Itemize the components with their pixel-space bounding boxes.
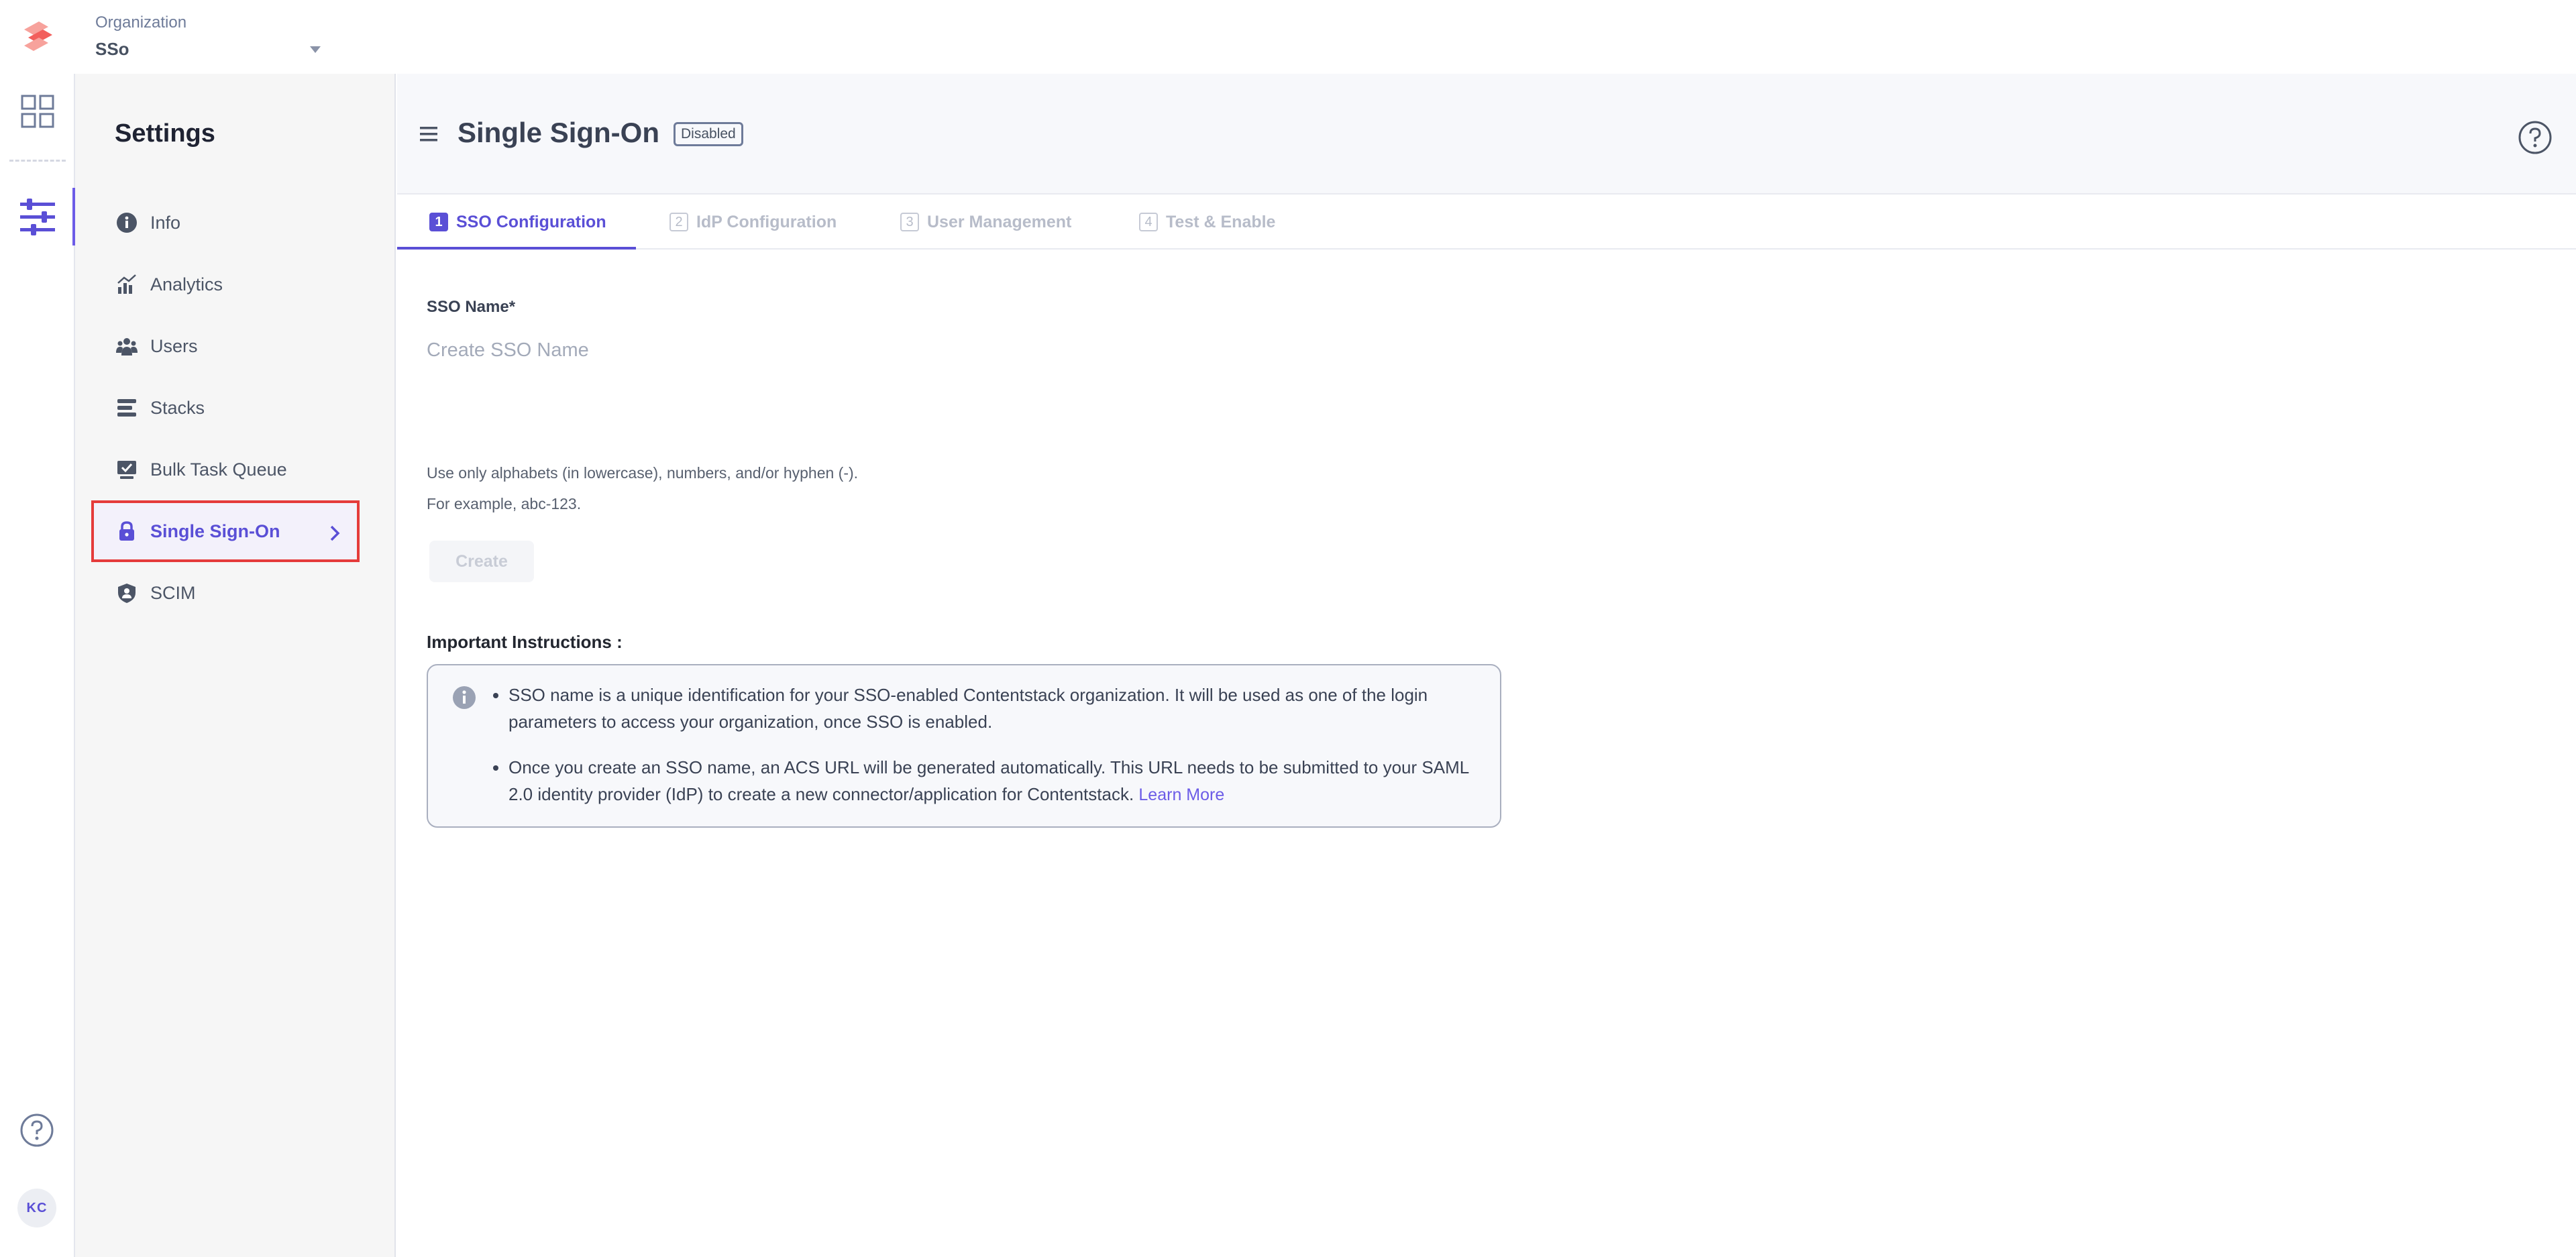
- apps-grid-icon[interactable]: [20, 94, 55, 129]
- sidebar-item-bulk-task-queue[interactable]: Bulk Task Queue: [91, 439, 360, 500]
- rail-divider: [9, 160, 66, 162]
- sidebar-item-label: Analytics: [150, 274, 223, 294]
- tab-step-number: 2: [669, 213, 688, 231]
- create-button[interactable]: Create: [429, 541, 534, 582]
- contentstack-logo-icon[interactable]: [19, 17, 58, 56]
- page-header: Single Sign-On Disabled: [397, 74, 2576, 195]
- instruction-item: Once you create an SSO name, an ACS URL …: [508, 754, 1488, 808]
- sidebar-item-label: SCIM: [150, 582, 196, 603]
- users-icon: [115, 335, 138, 358]
- organization-selector[interactable]: SSo: [95, 39, 129, 60]
- lock-icon: [115, 520, 138, 543]
- sidebar-item-users[interactable]: Users: [91, 315, 360, 377]
- tab-label: IdP Configuration: [696, 212, 837, 231]
- tab-label: Test & Enable: [1166, 212, 1276, 231]
- sidebar-title: Settings: [115, 119, 215, 148]
- tab-user-management[interactable]: 3 User Management: [900, 195, 1071, 250]
- sidebar-item-label: Single Sign-On: [150, 521, 280, 541]
- info-icon: [115, 211, 138, 234]
- tab-label: User Management: [927, 212, 1072, 231]
- chevron-right-icon: [330, 525, 340, 541]
- sidebar-item-label: Users: [150, 335, 198, 356]
- tab-step-number: 3: [900, 213, 919, 231]
- sidebar-item-single-sign-on[interactable]: Single Sign-On: [91, 500, 360, 562]
- tab-label: SSO Configuration: [456, 212, 606, 231]
- sidebar-item-stacks[interactable]: Stacks: [91, 377, 360, 439]
- wizard-tabs: 1 SSO Configuration 2 IdP Configuration …: [397, 195, 2576, 250]
- user-avatar[interactable]: KC: [17, 1189, 56, 1227]
- instruction-text: Once you create an SSO name, an ACS URL …: [508, 757, 1469, 804]
- shield-user-icon: [115, 582, 138, 604]
- tab-test-and-enable[interactable]: 4 Test & Enable: [1139, 195, 1275, 250]
- sidebar-item-analytics[interactable]: Analytics: [91, 254, 360, 315]
- organization-label: Organization: [95, 13, 187, 32]
- page-title: Single Sign-On: [458, 117, 659, 148]
- tab-idp-configuration[interactable]: 2 IdP Configuration: [669, 195, 837, 250]
- sidebar-item-label: Stacks: [150, 397, 205, 418]
- instructions-list: SSO name is a unique identification for …: [508, 681, 1488, 827]
- instruction-text: SSO name is a unique identification for …: [508, 685, 1428, 732]
- sidebar-item-label: Bulk Task Queue: [150, 459, 287, 480]
- sidebar-item-info[interactable]: Info: [91, 192, 360, 254]
- active-tab-underline: [397, 247, 636, 250]
- caret-down-icon[interactable]: [307, 43, 323, 56]
- stacks-icon: [115, 396, 138, 419]
- learn-more-link[interactable]: Learn More: [1138, 785, 1224, 804]
- bulk-task-icon: [115, 458, 138, 481]
- top-header: Organization SSo: [0, 0, 2576, 74]
- tab-sso-configuration[interactable]: 1 SSO Configuration: [429, 195, 606, 250]
- status-badge: Disabled: [674, 122, 743, 146]
- app-root: Organization SSo KC Settings Info Analyt…: [0, 0, 2576, 1257]
- instruction-item: SSO name is a unique identification for …: [508, 681, 1488, 735]
- left-rail: KC: [0, 74, 75, 1257]
- analytics-icon: [115, 273, 138, 296]
- instructions-box: SSO name is a unique identification for …: [427, 664, 1501, 828]
- helper-text-example: For example, abc-123.: [427, 495, 582, 512]
- sidebar-item-label: Info: [150, 212, 181, 233]
- settings-sidebar: Settings Info Analytics Users Stacks Bul…: [75, 74, 396, 1257]
- main-content: Single Sign-On Disabled 1 SSO Configurat…: [397, 74, 2576, 1257]
- sidebar-item-scim[interactable]: SCIM: [91, 562, 360, 624]
- helper-text-rules: Use only alphabets (in lowercase), numbe…: [427, 464, 859, 482]
- help-icon[interactable]: [19, 1112, 55, 1148]
- help-icon[interactable]: [2517, 119, 2553, 156]
- info-icon: [453, 686, 476, 709]
- hamburger-menu-icon[interactable]: [419, 125, 439, 144]
- tab-step-number: 1: [429, 213, 448, 231]
- sso-name-label: SSO Name*: [427, 298, 516, 316]
- settings-sliders-icon[interactable]: [17, 197, 58, 237]
- sso-name-input[interactable]: [427, 331, 1030, 369]
- tab-step-number: 4: [1139, 213, 1158, 231]
- instructions-title: Important Instructions :: [427, 632, 623, 652]
